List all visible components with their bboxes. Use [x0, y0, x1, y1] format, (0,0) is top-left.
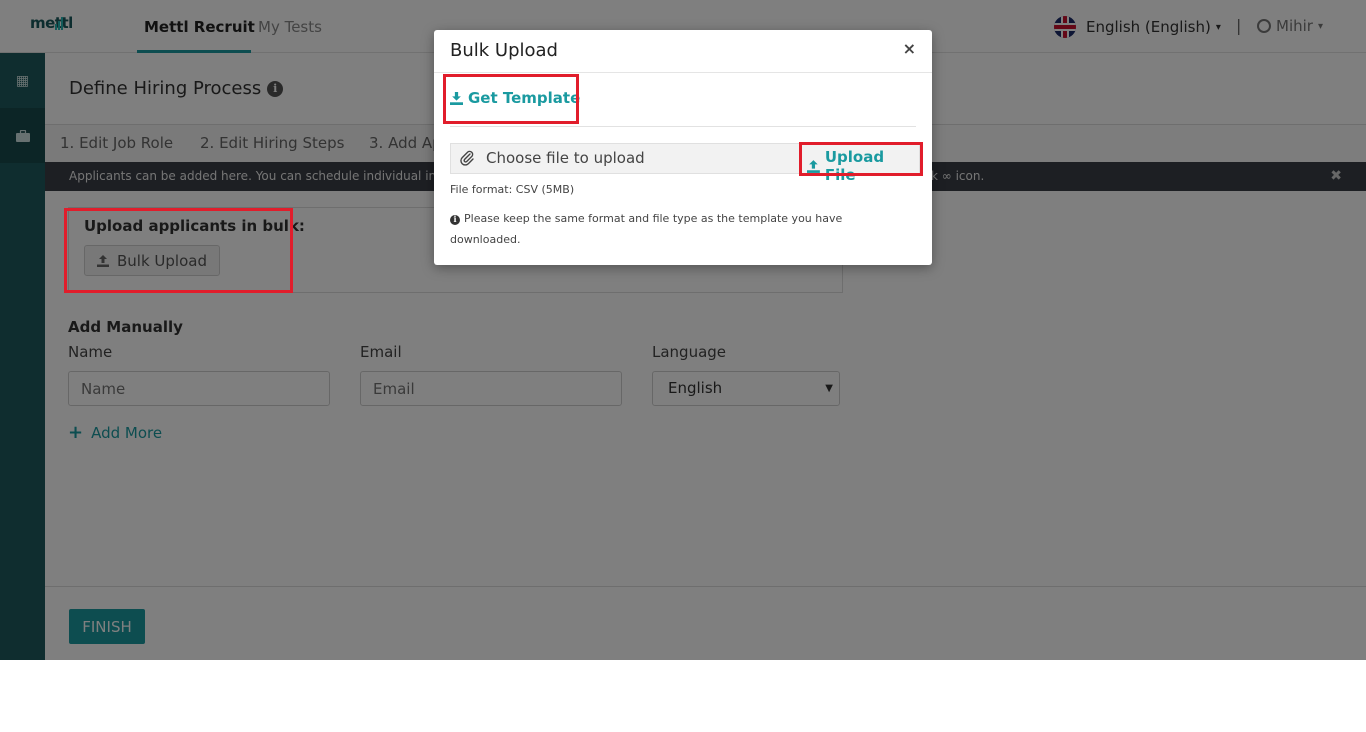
- format-note-text: Please keep the same format and file typ…: [450, 212, 843, 246]
- app-root: mettl Mettl Recruit My Tests English (En…: [0, 0, 1366, 660]
- modal-divider: [450, 126, 916, 127]
- info-icon: i: [450, 214, 460, 225]
- close-icon[interactable]: ×: [903, 39, 916, 58]
- highlight-box-get-template: [443, 74, 579, 124]
- modal-title: Bulk Upload: [450, 40, 558, 61]
- highlight-box-upload-file: [799, 142, 923, 176]
- paperclip-svg: [460, 150, 474, 166]
- format-note: i Please keep the same format and file ty…: [450, 208, 890, 250]
- file-format-text: File format: CSV (5MB): [450, 183, 575, 196]
- highlight-box-bulk-upload: [64, 208, 293, 293]
- paperclip-icon: [459, 150, 475, 170]
- modal-header-divider: [434, 72, 932, 73]
- bulk-upload-modal: Bulk Upload × Get Template Choose file t…: [434, 30, 932, 265]
- file-placeholder: Choose file to upload: [486, 149, 645, 167]
